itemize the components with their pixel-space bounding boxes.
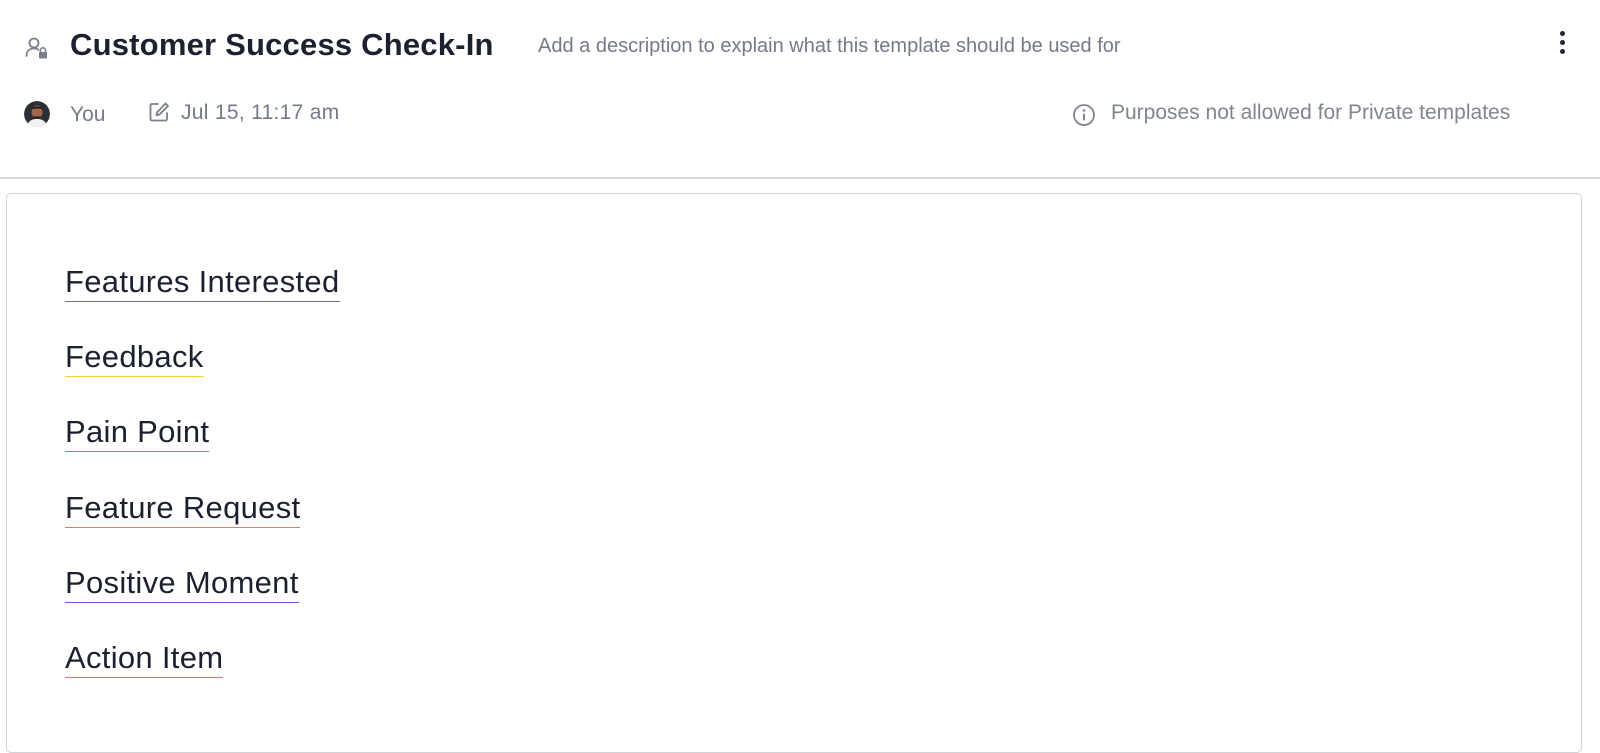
last-edited-timestamp: Jul 15, 11:17 am (181, 101, 340, 124)
header-divider (0, 177, 1600, 179)
kebab-menu-icon[interactable] (1548, 28, 1576, 56)
edit-icon (149, 102, 169, 122)
owner-name: You (70, 103, 106, 126)
tag-features-interested[interactable]: Features Interested (65, 264, 340, 302)
info-icon (1073, 104, 1095, 126)
template-title[interactable]: Customer Success Check-In (70, 27, 494, 63)
avatar (24, 101, 50, 127)
tag-action-item[interactable]: Action Item (65, 640, 224, 678)
kebab-dot (1559, 48, 1565, 54)
tag-positive-moment[interactable]: Positive Moment (65, 565, 299, 603)
kebab-dot (1559, 39, 1565, 45)
person-lock-icon (25, 37, 47, 59)
purposes-notice: Purposes not allowed for Private templat… (1111, 101, 1511, 124)
tag-feature-request[interactable]: Feature Request (65, 490, 301, 528)
kebab-dot (1559, 30, 1565, 36)
tag-pain-point[interactable]: Pain Point (65, 414, 210, 452)
tag-feedback[interactable]: Feedback (65, 339, 204, 377)
template-header: Customer Success Check-In Add a descript… (0, 0, 1600, 178)
description-field[interactable]: Add a description to explain what this t… (538, 35, 1121, 58)
tags-panel: Features Interested Feedback Pain Point … (6, 193, 1582, 753)
